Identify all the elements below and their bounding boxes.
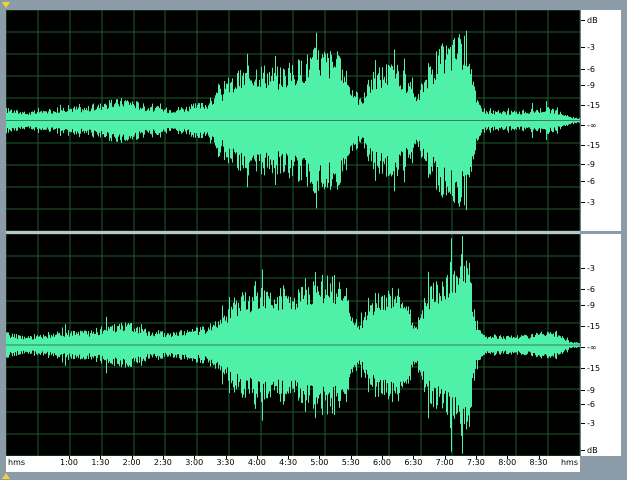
time-unit-left: hms: [8, 458, 26, 467]
time-tick-label: 1:30: [91, 458, 110, 467]
db-ruler-left: dB -3 -6 -9 -15 -∞ -15 -9 -6 -3: [580, 10, 621, 231]
db-tick: [581, 390, 585, 391]
time-tick-label: 6:00: [373, 458, 391, 467]
time-tick-label: 4:30: [279, 458, 298, 467]
db-tick: [581, 47, 585, 48]
waveform-right-svg: [6, 234, 580, 456]
db-label: -3: [587, 198, 595, 207]
db-tick: [581, 423, 585, 424]
db-label: -6: [587, 400, 595, 409]
db-label: -15: [587, 322, 601, 331]
db-label: -9: [587, 386, 595, 395]
db-tick: [581, 145, 585, 146]
db-label: -9: [587, 301, 595, 310]
channel-left-waveform[interactable]: [6, 10, 580, 231]
db-label: -9: [587, 160, 595, 169]
db-tick: [581, 181, 585, 182]
time-tick-label: 5:00: [310, 458, 329, 467]
time-unit-right: hms: [560, 458, 578, 467]
channel-right-waveform[interactable]: [6, 234, 580, 456]
db-tick: [581, 69, 585, 70]
db-label: -15: [587, 141, 601, 150]
db-tick: [581, 450, 585, 451]
db-tick: [581, 105, 585, 106]
db-tick: [581, 404, 585, 405]
db-tick: [581, 326, 585, 327]
db-label: -∞: [587, 121, 597, 130]
db-tick: [581, 202, 585, 203]
db-tick: [581, 164, 585, 165]
db-label: -3: [587, 43, 595, 52]
db-tick: [581, 305, 585, 306]
db-tick: [581, 347, 585, 348]
db-tick: [581, 368, 585, 369]
start-marker-icon[interactable]: [2, 2, 10, 8]
time-tick-label: 3:00: [185, 458, 204, 467]
time-tick-label: 8:00: [498, 458, 517, 467]
db-label: -9: [587, 81, 595, 90]
time-tick-label: 5:30: [341, 458, 360, 467]
time-tick-label: 2:00: [122, 458, 141, 467]
db-label: dB: [587, 446, 598, 455]
db-label: -15: [587, 364, 601, 373]
db-ruler-right: -3 -6 -9 -15 -∞ -15 -9 -6 -3 dB: [580, 234, 621, 456]
time-tick-label: 7:00: [435, 458, 454, 467]
time-ruler[interactable]: hms hms 1:00 1:30 2:00 2:30 3:00 3:30 4:00 4:30…: [6, 456, 580, 472]
db-label: -3: [587, 419, 595, 428]
db-tick: [581, 125, 585, 126]
bottom-strip: [0, 472, 627, 480]
db-tick: [581, 20, 585, 21]
db-tick: [581, 85, 585, 86]
db-label: -6: [587, 285, 595, 294]
db-tick: [581, 268, 585, 269]
db-tick: [581, 289, 585, 290]
time-tick-label: 2:30: [153, 458, 172, 467]
db-label: -∞: [587, 343, 597, 352]
end-marker-icon[interactable]: [2, 473, 10, 479]
waveform-left-svg: [6, 10, 580, 231]
time-tick-label: 7:30: [466, 458, 485, 467]
db-label: -6: [587, 65, 595, 74]
time-tick-label: 6:30: [404, 458, 423, 467]
db-label: -3: [587, 264, 595, 273]
time-tick-label: 4:00: [247, 458, 266, 467]
db-label: -6: [587, 177, 595, 186]
time-tick-label: 3:30: [216, 458, 235, 467]
time-tick-label: 8:30: [529, 458, 548, 467]
waveform-editor[interactable]: dB -3 -6 -9 -15 -∞ -15 -9 -6 -3 -3 -6 -9 -15 -∞ -15 -9-…: [0, 0, 627, 480]
db-label: dB: [587, 16, 598, 25]
db-label: -15: [587, 101, 601, 110]
time-tick-label: 1:00: [60, 458, 78, 467]
